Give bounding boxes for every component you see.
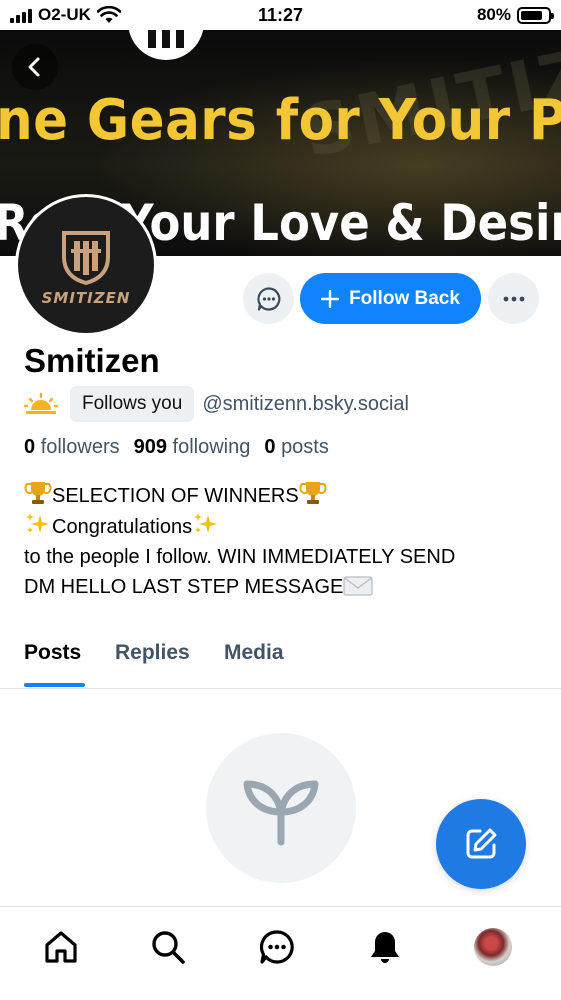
profile-stats: 0 followers 909 following 0 posts xyxy=(24,436,329,459)
status-bar: O2-UK 11:27 80% xyxy=(0,0,561,30)
chat-icon xyxy=(259,930,294,964)
tab-posts[interactable]: Posts xyxy=(24,641,81,665)
avatar-wordmark: SMITIZEN xyxy=(41,289,131,307)
trophy-icon xyxy=(299,482,327,504)
sparkles-icon xyxy=(194,513,218,533)
follow-back-button[interactable]: Follow Back xyxy=(300,273,481,324)
home-icon xyxy=(45,931,77,963)
search-icon xyxy=(152,931,185,964)
brand-logo xyxy=(62,231,110,285)
bio-line-1: SELECTION OF WINNERS xyxy=(52,485,299,507)
user-handle[interactable]: @smitizenn.bsky.social xyxy=(202,393,409,416)
bio-line-2: Congratulations xyxy=(52,516,193,538)
compose-icon xyxy=(466,828,497,859)
nav-notifications[interactable] xyxy=(365,927,405,967)
more-options-button[interactable] xyxy=(488,273,539,324)
posts-stat: 0 posts xyxy=(264,436,329,458)
bell-icon xyxy=(371,932,399,963)
profile-tabs: Posts Replies Media xyxy=(0,636,561,689)
banner-headline: ne Gears for Your Pla xyxy=(0,88,561,153)
sparkles-icon xyxy=(26,513,49,533)
profile-avatar xyxy=(474,928,512,966)
followers-stat[interactable]: 0 followers xyxy=(24,436,120,459)
tab-media[interactable]: Media xyxy=(224,641,284,665)
nav-profile[interactable] xyxy=(473,927,513,967)
nav-home[interactable] xyxy=(41,927,81,967)
status-right: 80% xyxy=(476,5,554,25)
envelope-icon xyxy=(343,576,373,596)
plus-icon xyxy=(321,289,340,308)
nav-search[interactable] xyxy=(148,927,188,967)
tab-replies[interactable]: Replies xyxy=(115,641,190,665)
message-button[interactable] xyxy=(243,273,294,324)
back-button[interactable] xyxy=(12,44,58,90)
seedling-icon xyxy=(243,780,319,846)
active-tab-indicator xyxy=(24,683,85,687)
sunrise-icon xyxy=(24,392,58,414)
compose-button[interactable] xyxy=(436,799,526,889)
bio-line-4: DM HELLO LAST STEP MESSAGE xyxy=(24,576,344,598)
profile-bio: SELECTION OF WINNERS Congratulations to … xyxy=(24,480,554,602)
avatar[interactable]: SMITIZEN xyxy=(15,194,157,336)
profile-meta-row: Follows you @smitizenn.bsky.social xyxy=(24,386,409,422)
following-stat[interactable]: 909 following xyxy=(134,436,251,459)
follows-you-badge: Follows you xyxy=(70,386,195,422)
follow-back-label: Follow Back xyxy=(349,287,460,309)
bio-line-3: to the people I follow. WIN IMMEDIATELY … xyxy=(24,546,456,568)
chevron-left-icon xyxy=(28,57,40,77)
display-name: Smitizen xyxy=(24,342,160,379)
chat-bubble-icon xyxy=(256,286,280,311)
battery-icon xyxy=(517,6,554,24)
nav-chat[interactable] xyxy=(257,927,297,967)
trophy-icon xyxy=(24,482,52,504)
more-horizontal-icon xyxy=(503,296,524,301)
battery-level xyxy=(521,10,542,20)
battery-percent: 80% xyxy=(476,5,511,24)
bottom-navigation xyxy=(0,906,561,1000)
empty-state xyxy=(206,733,356,883)
